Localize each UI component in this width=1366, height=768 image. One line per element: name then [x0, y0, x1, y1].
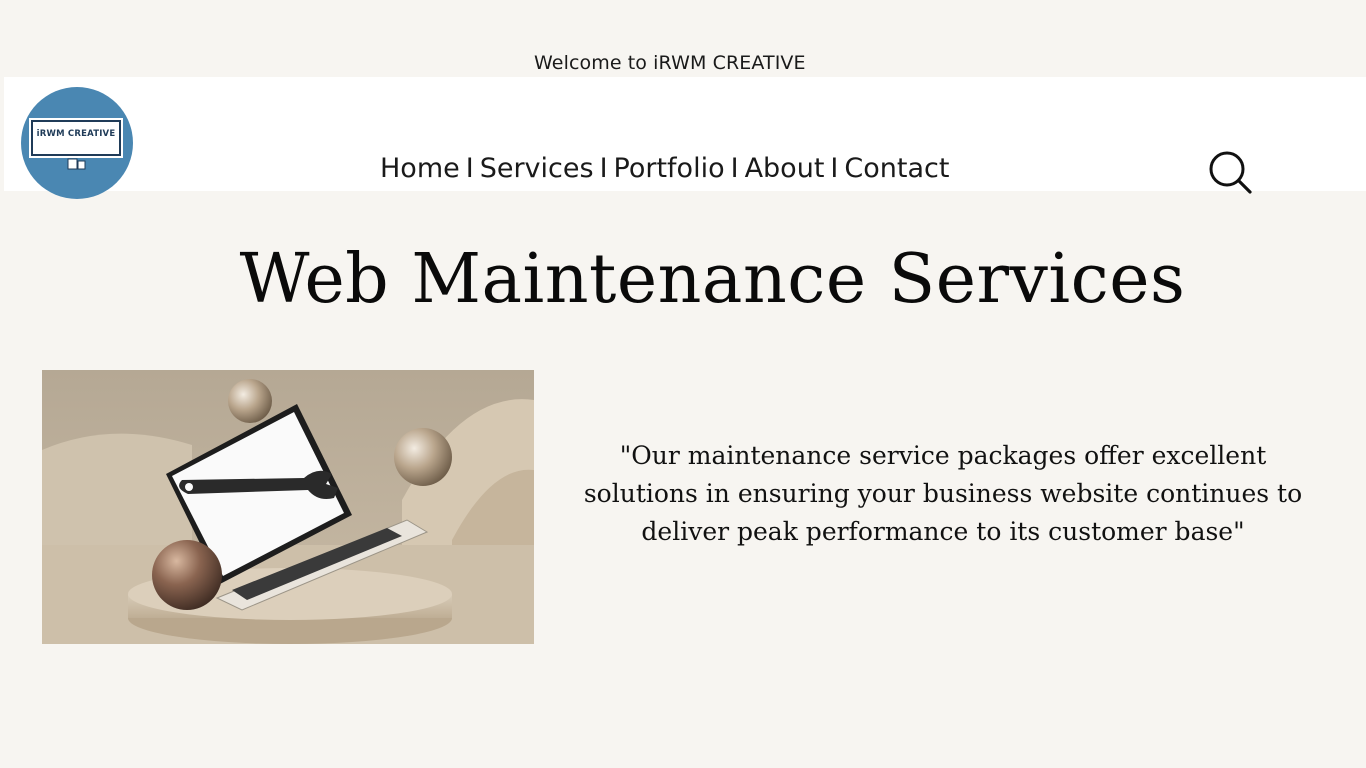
site-logo[interactable]: iRWM CREATIVE: [21, 87, 133, 199]
hero-illustration-svg: [42, 370, 534, 644]
nav-home[interactable]: Home: [380, 153, 460, 184]
quote-text: "Our maintenance service packages offer …: [583, 441, 1303, 546]
main-nav: Home I Services I Portfolio I About I Contact: [380, 153, 949, 184]
nav-services[interactable]: Services: [480, 153, 594, 184]
nav-about[interactable]: About: [745, 153, 825, 184]
nav-separator: I: [730, 153, 739, 184]
nav-contact[interactable]: Contact: [844, 153, 949, 184]
page-title: Web Maintenance Services: [239, 240, 1186, 319]
laptop-wrench-illustration: [42, 370, 534, 644]
logo-card: iRWM CREATIVE: [31, 120, 121, 156]
nav-portfolio[interactable]: Portfolio: [614, 153, 725, 184]
nav-separator: I: [599, 153, 608, 184]
search-icon: [1209, 151, 1252, 194]
welcome-text: Welcome to iRWM CREATIVE: [534, 52, 806, 74]
devices-icon: [67, 158, 86, 170]
search-button[interactable]: [1207, 150, 1253, 194]
logo-text: iRWM CREATIVE: [36, 129, 116, 139]
nav-separator: I: [830, 153, 839, 184]
nav-separator: I: [465, 153, 474, 184]
